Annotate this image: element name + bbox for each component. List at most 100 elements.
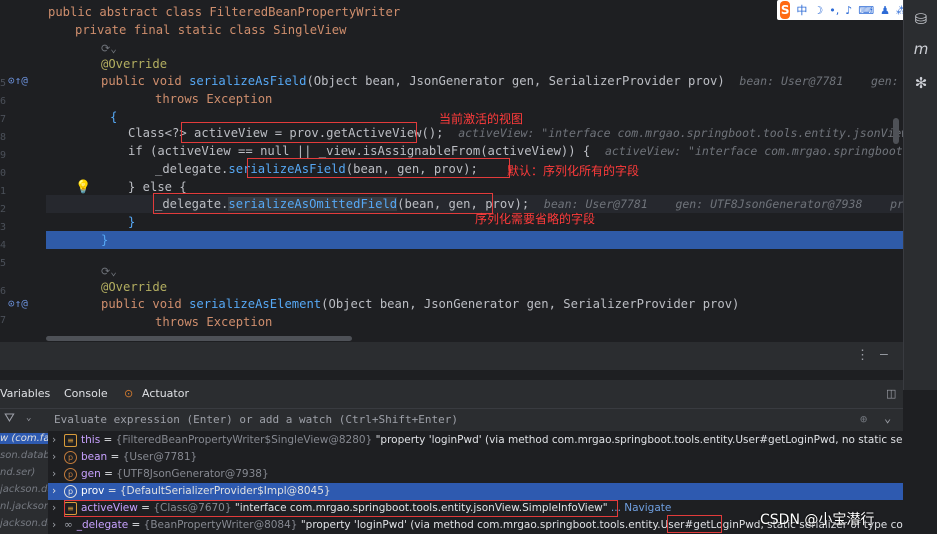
ime-toolbar[interactable]: S 中 ☽ •, ♪ ⌨ ♟ ⁂ bbox=[777, 0, 907, 20]
database-icon[interactable]: ⛁ bbox=[904, 10, 937, 28]
code-line-if[interactable]: if (activeView == null || _view.isAssign… bbox=[128, 142, 903, 160]
line-number: 6 bbox=[0, 286, 7, 297]
code-line-override2[interactable]: @Override bbox=[101, 278, 167, 296]
annotation-omitted: 序列化需要省略的字段 bbox=[475, 212, 596, 226]
variable-type: {User@7781} bbox=[122, 451, 198, 463]
override-gutter-icon[interactable]: ⊙↑@ bbox=[8, 297, 28, 310]
frame-item[interactable]: son.datab bbox=[0, 450, 48, 461]
class-declaration: public abstract class FilteredBeanProper… bbox=[48, 5, 401, 19]
code-line-override1[interactable]: @Override bbox=[101, 55, 167, 73]
tab-console[interactable]: Console bbox=[64, 387, 108, 400]
params-text: (Object bean, JsonGenerator gen, Seriali… bbox=[306, 74, 725, 88]
method-name: serializeAsField bbox=[189, 74, 307, 88]
expand-arrow-icon[interactable]: › bbox=[48, 449, 64, 466]
code-line-throws2[interactable]: throws Exception bbox=[155, 313, 272, 331]
code-line-signature1[interactable]: public void serializeAsField(Object bean… bbox=[101, 72, 903, 90]
line-number: 9 bbox=[0, 150, 7, 161]
filter-icon[interactable]: ⛛ bbox=[4, 411, 15, 426]
variable-type: {DefaultSerializerProvider$Impl@8045} bbox=[119, 485, 331, 497]
maven-icon[interactable]: m bbox=[904, 40, 937, 58]
frame-item[interactable]: w (com.fa bbox=[0, 433, 48, 444]
chevron-down-icon[interactable]: ⌄ bbox=[884, 411, 891, 425]
actuator-icon[interactable]: ⊙ bbox=[124, 387, 133, 400]
line-number: 7 bbox=[0, 315, 7, 326]
equals: = bbox=[104, 485, 120, 497]
frame-item[interactable]: nl.jackson bbox=[0, 501, 48, 512]
override-annotation: @Override bbox=[101, 280, 168, 294]
evaluate-bar[interactable]: ⛛ ⌄ Evaluate expression (Enter) or add a… bbox=[0, 409, 903, 431]
punctuation-icon[interactable]: •, bbox=[829, 4, 839, 17]
inline-debug-hint: activeView: "interface com.mrgao.springb… bbox=[604, 144, 903, 158]
code-editor[interactable]: 5 ⊙↑@ 6 7 8 9 0 1 2 3 4 5 6 ⊙↑@ 7 public… bbox=[0, 0, 903, 342]
sogou-logo-icon[interactable]: S bbox=[780, 1, 791, 19]
expand-arrow-icon[interactable]: › bbox=[48, 517, 64, 534]
variable-type: {FilteredBeanPropertyWriter$SingleView@8… bbox=[115, 434, 373, 446]
tab-variables[interactable]: Variables bbox=[0, 387, 50, 400]
debug-panel-header: ⋮ — bbox=[0, 342, 903, 370]
frame-item[interactable]: jackson.data bbox=[0, 484, 48, 495]
annotation-active-view: 当前激活的视图 bbox=[439, 112, 524, 126]
fold-icon[interactable]: ⟳⌄ bbox=[101, 265, 117, 278]
delegate-ref: _delegate. bbox=[155, 162, 229, 176]
method-name: serializeAsElement bbox=[189, 297, 322, 311]
variable-row[interactable]: › ≡ this = {FilteredBeanPropertyWriter$Sin… bbox=[48, 432, 903, 449]
variable-type: {UTF8JsonGenerator@7938} bbox=[116, 468, 269, 480]
variable-row-selected[interactable]: › p prov = {DefaultSerializerProvider$Impl… bbox=[48, 483, 903, 500]
execution-point-line bbox=[46, 231, 903, 249]
red-box-active-view-var bbox=[64, 500, 618, 517]
horizontal-scrollbar[interactable] bbox=[46, 336, 352, 341]
expand-arrow-icon[interactable]: › bbox=[48, 432, 64, 449]
more-options-icon[interactable]: ⋮ bbox=[856, 348, 869, 363]
variable-row[interactable]: › p bean = {User@7781} bbox=[48, 449, 903, 466]
microphone-icon[interactable]: ♪ bbox=[845, 4, 852, 17]
line-number: 7 bbox=[0, 114, 7, 125]
variable-row[interactable]: › p gen = {UTF8JsonGenerator@7938} bbox=[48, 466, 903, 483]
inline-debug-hint: bean: User@7781 gen: UTF8JsonGenerator@7… bbox=[543, 197, 903, 211]
evaluate-input[interactable]: Evaluate expression (Enter) or add a wat… bbox=[54, 413, 458, 426]
variable-name: bean bbox=[81, 451, 108, 463]
lightbulb-icon[interactable]: 💡 bbox=[75, 180, 91, 195]
expand-arrow-icon[interactable]: › bbox=[48, 466, 64, 483]
code-line-brace-open[interactable]: { bbox=[110, 108, 117, 126]
brace: { bbox=[110, 110, 118, 124]
add-watch-icon[interactable]: ⊕ bbox=[860, 412, 867, 426]
red-box-active-view bbox=[181, 122, 417, 143]
override-gutter-icon[interactable]: ⊙↑@ bbox=[8, 74, 28, 87]
moon-icon[interactable]: ☽ bbox=[813, 4, 823, 17]
code-line-close[interactable]: } bbox=[101, 231, 108, 249]
ime-mode-label[interactable]: 中 bbox=[796, 2, 807, 18]
brace: } bbox=[128, 215, 136, 229]
variable-type: {BeanPropertyWriter@8084} bbox=[143, 519, 298, 531]
red-box-login-pwd bbox=[667, 515, 722, 533]
fold-icon[interactable]: ⟳⌄ bbox=[101, 42, 117, 55]
variable-name: this bbox=[81, 434, 101, 446]
keyboard-icon[interactable]: ⌨ bbox=[858, 4, 874, 17]
line-number: 0 bbox=[0, 168, 7, 179]
expand-arrow-icon[interactable]: › bbox=[48, 500, 64, 517]
expand-arrow-icon[interactable]: › bbox=[48, 483, 64, 500]
watch-glasses-icon: ∞ bbox=[64, 519, 73, 531]
chevron-down-icon[interactable]: ⌄ bbox=[26, 413, 31, 423]
equals: = bbox=[128, 519, 144, 531]
code-line-inner-close[interactable]: } bbox=[128, 213, 135, 231]
frames-list[interactable]: w (com.fa son.datab nd.ser) jackson.data… bbox=[0, 431, 48, 534]
throws-text: throws Exception bbox=[155, 92, 273, 106]
layout-icon[interactable]: ◫ bbox=[886, 387, 896, 400]
parameter-icon: p bbox=[64, 484, 77, 498]
keyword-text: public void bbox=[101, 74, 190, 88]
tab-actuator[interactable]: Actuator bbox=[142, 387, 189, 400]
code-line-signature2[interactable]: public void serializeAsElement(Object be… bbox=[101, 295, 739, 313]
line-number: 3 bbox=[0, 222, 7, 233]
frame-item[interactable]: jackson.datab bbox=[0, 518, 48, 529]
minimize-icon[interactable]: — bbox=[880, 347, 888, 362]
ai-assistant-icon[interactable]: ✻ bbox=[904, 74, 937, 92]
line-number: 1 bbox=[0, 186, 7, 197]
vertical-scrollbar[interactable] bbox=[893, 118, 899, 144]
code-line-throws1[interactable]: throws Exception bbox=[155, 90, 272, 108]
skin-icon[interactable]: ♟ bbox=[880, 4, 890, 17]
frame-item[interactable]: nd.ser) bbox=[0, 467, 35, 478]
code-line-class-decl[interactable]: public abstract class FilteredBeanProper… bbox=[48, 3, 400, 21]
inner-class-declaration: private final static class SingleView bbox=[75, 23, 347, 37]
line-number: 2 bbox=[0, 204, 7, 215]
code-line-inner-class[interactable]: private final static class SingleView bbox=[75, 21, 347, 39]
